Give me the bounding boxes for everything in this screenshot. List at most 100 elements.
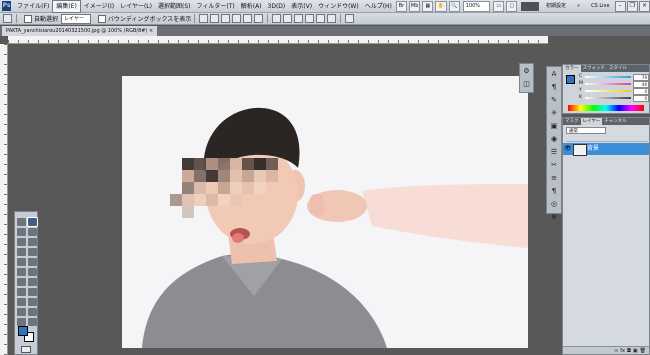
- paths-icon[interactable]: ✂: [549, 161, 559, 170]
- align-top-icon[interactable]: [199, 14, 209, 23]
- screen-mode-icon[interactable]: ▢: [506, 0, 518, 12]
- minimize-icon[interactable]: –: [614, 0, 626, 12]
- menu-image[interactable]: イメージ(I): [81, 1, 117, 12]
- workspace-default[interactable]: 初期設定: [542, 2, 570, 11]
- menu-filter[interactable]: フィルター(T): [194, 1, 238, 12]
- menu-analysis[interactable]: 解析(A): [238, 1, 265, 12]
- menu-file[interactable]: ファイル(F): [14, 1, 52, 12]
- distribute-bottom-icon[interactable]: [294, 14, 304, 23]
- menu-layer[interactable]: レイヤー(L): [117, 1, 155, 12]
- dodge-icon[interactable]: [28, 278, 37, 286]
- blur-icon[interactable]: [17, 278, 26, 286]
- slider-m[interactable]: M 46: [579, 81, 649, 88]
- zoom-tool-icon[interactable]: [28, 318, 37, 326]
- bridge-icon[interactable]: Br: [395, 0, 408, 12]
- slider-track[interactable]: [585, 97, 631, 99]
- align-bottom-icon[interactable]: [221, 14, 231, 23]
- auto-align-icon[interactable]: [345, 14, 355, 23]
- menu-edit[interactable]: 編集(E): [52, 0, 81, 13]
- channels-icon[interactable]: ≡: [549, 174, 559, 183]
- workspace-more[interactable]: »: [573, 2, 584, 11]
- document-tab[interactable]: PAKTA_yanchisiarou20140321500.jpg @ 100%…: [2, 26, 158, 36]
- slider-y[interactable]: Y 0: [579, 88, 649, 95]
- slider-k[interactable]: K 0: [579, 95, 649, 102]
- styles-icon[interactable]: ◎: [549, 200, 559, 209]
- slider-c[interactable]: C 79: [579, 74, 649, 81]
- adjustments-icon[interactable]: ✳: [549, 109, 559, 118]
- slider-track[interactable]: [585, 83, 631, 85]
- layers-icon[interactable]: ☰: [549, 148, 559, 157]
- grid-icon[interactable]: ▦: [422, 0, 434, 12]
- distribute-middle-icon[interactable]: [283, 14, 293, 23]
- blend-mode-select[interactable]: 通常: [566, 127, 606, 134]
- history-brush-icon[interactable]: [28, 258, 37, 266]
- slider-value[interactable]: 0: [633, 88, 649, 95]
- clone-source-icon[interactable]: ⊕: [549, 213, 559, 222]
- masks-icon[interactable]: ◉: [549, 135, 559, 144]
- distribute-right-icon[interactable]: [327, 14, 337, 23]
- layer-row-background[interactable]: 👁 背景: [563, 143, 649, 156]
- healing-brush-icon[interactable]: [17, 248, 26, 256]
- align-left-icon[interactable]: [232, 14, 242, 23]
- zoom-tool-icon[interactable]: 🔍: [448, 0, 460, 12]
- shape-tool-icon[interactable]: [28, 298, 37, 306]
- align-right-icon[interactable]: [254, 14, 264, 23]
- gradient-icon[interactable]: [28, 268, 37, 276]
- menu-window[interactable]: ウィンドウ(W): [315, 1, 362, 12]
- minibridge-icon[interactable]: Mb: [409, 0, 421, 12]
- tab-swatches[interactable]: スウォッチ: [581, 65, 608, 72]
- bounding-box-checkbox[interactable]: [97, 14, 106, 23]
- new-layer-icon[interactable]: ▣: [633, 348, 638, 354]
- arrange-icon[interactable]: ▭: [493, 0, 505, 12]
- brush-tool-icon[interactable]: [28, 248, 37, 256]
- move-tool-icon[interactable]: [3, 14, 12, 23]
- foreground-color-swatch[interactable]: [18, 326, 28, 336]
- align-middle-icon[interactable]: [210, 14, 220, 23]
- selection-tool-icon[interactable]: [27, 217, 38, 227]
- tab-layers[interactable]: レイヤー: [580, 118, 603, 125]
- eraser-icon[interactable]: [17, 268, 26, 276]
- hand-tool-icon[interactable]: [17, 318, 26, 326]
- pen-tool-icon[interactable]: [17, 288, 26, 296]
- close-icon[interactable]: ×: [638, 0, 650, 12]
- tab-channels[interactable]: チャンネル: [602, 118, 628, 125]
- document-canvas[interactable]: [122, 76, 528, 348]
- menu-3d[interactable]: 3D(D): [265, 1, 289, 12]
- slider-track[interactable]: [585, 76, 631, 78]
- navigator-icon[interactable]: ◫: [522, 80, 532, 89]
- crop-tool-icon[interactable]: [17, 238, 26, 246]
- slider-value[interactable]: 0: [633, 95, 649, 102]
- clone-stamp-icon[interactable]: [17, 258, 26, 266]
- lasso-tool-icon[interactable]: [17, 228, 26, 236]
- trash-icon[interactable]: 🗑: [640, 348, 646, 354]
- mask-icon[interactable]: ◘: [627, 348, 631, 354]
- color-spectrum-bar[interactable]: [568, 105, 644, 111]
- distribute-top-icon[interactable]: [272, 14, 282, 23]
- 3d-rotate-icon[interactable]: [17, 308, 26, 316]
- image-icon[interactable]: ▣: [549, 122, 559, 131]
- auto-select-target-select[interactable]: レイヤー: [61, 13, 91, 24]
- restore-icon[interactable]: ❐: [626, 0, 638, 12]
- slider-value[interactable]: 46: [633, 81, 649, 88]
- visibility-eye-icon[interactable]: 👁: [564, 145, 572, 152]
- fx-icon[interactable]: fx: [620, 348, 625, 354]
- move-tool-icon[interactable]: [17, 218, 26, 226]
- panel-foreground-swatch[interactable]: [566, 75, 575, 84]
- paragraph-icon[interactable]: ¶: [549, 83, 559, 92]
- actions-icon[interactable]: ¶: [549, 187, 559, 196]
- menu-view[interactable]: 表示(V): [288, 1, 315, 12]
- eyedropper-icon[interactable]: [28, 238, 37, 246]
- brush-panel-icon[interactable]: ✎: [549, 96, 559, 105]
- zoom-level[interactable]: 100%: [462, 0, 491, 12]
- menu-select[interactable]: 選択範囲(S): [155, 1, 194, 12]
- distribute-left-icon[interactable]: [305, 14, 315, 23]
- quick-mask-icon[interactable]: [21, 346, 31, 353]
- align-center-icon[interactable]: [243, 14, 253, 23]
- hand-icon[interactable]: ✋: [435, 0, 447, 12]
- slider-value[interactable]: 79: [633, 74, 649, 81]
- tab-color[interactable]: カラー: [563, 65, 581, 72]
- path-select-icon[interactable]: [17, 298, 26, 306]
- character-icon[interactable]: A: [549, 70, 559, 79]
- workspace-essentials[interactable]: [521, 1, 539, 11]
- 3d-camera-icon[interactable]: [28, 308, 37, 316]
